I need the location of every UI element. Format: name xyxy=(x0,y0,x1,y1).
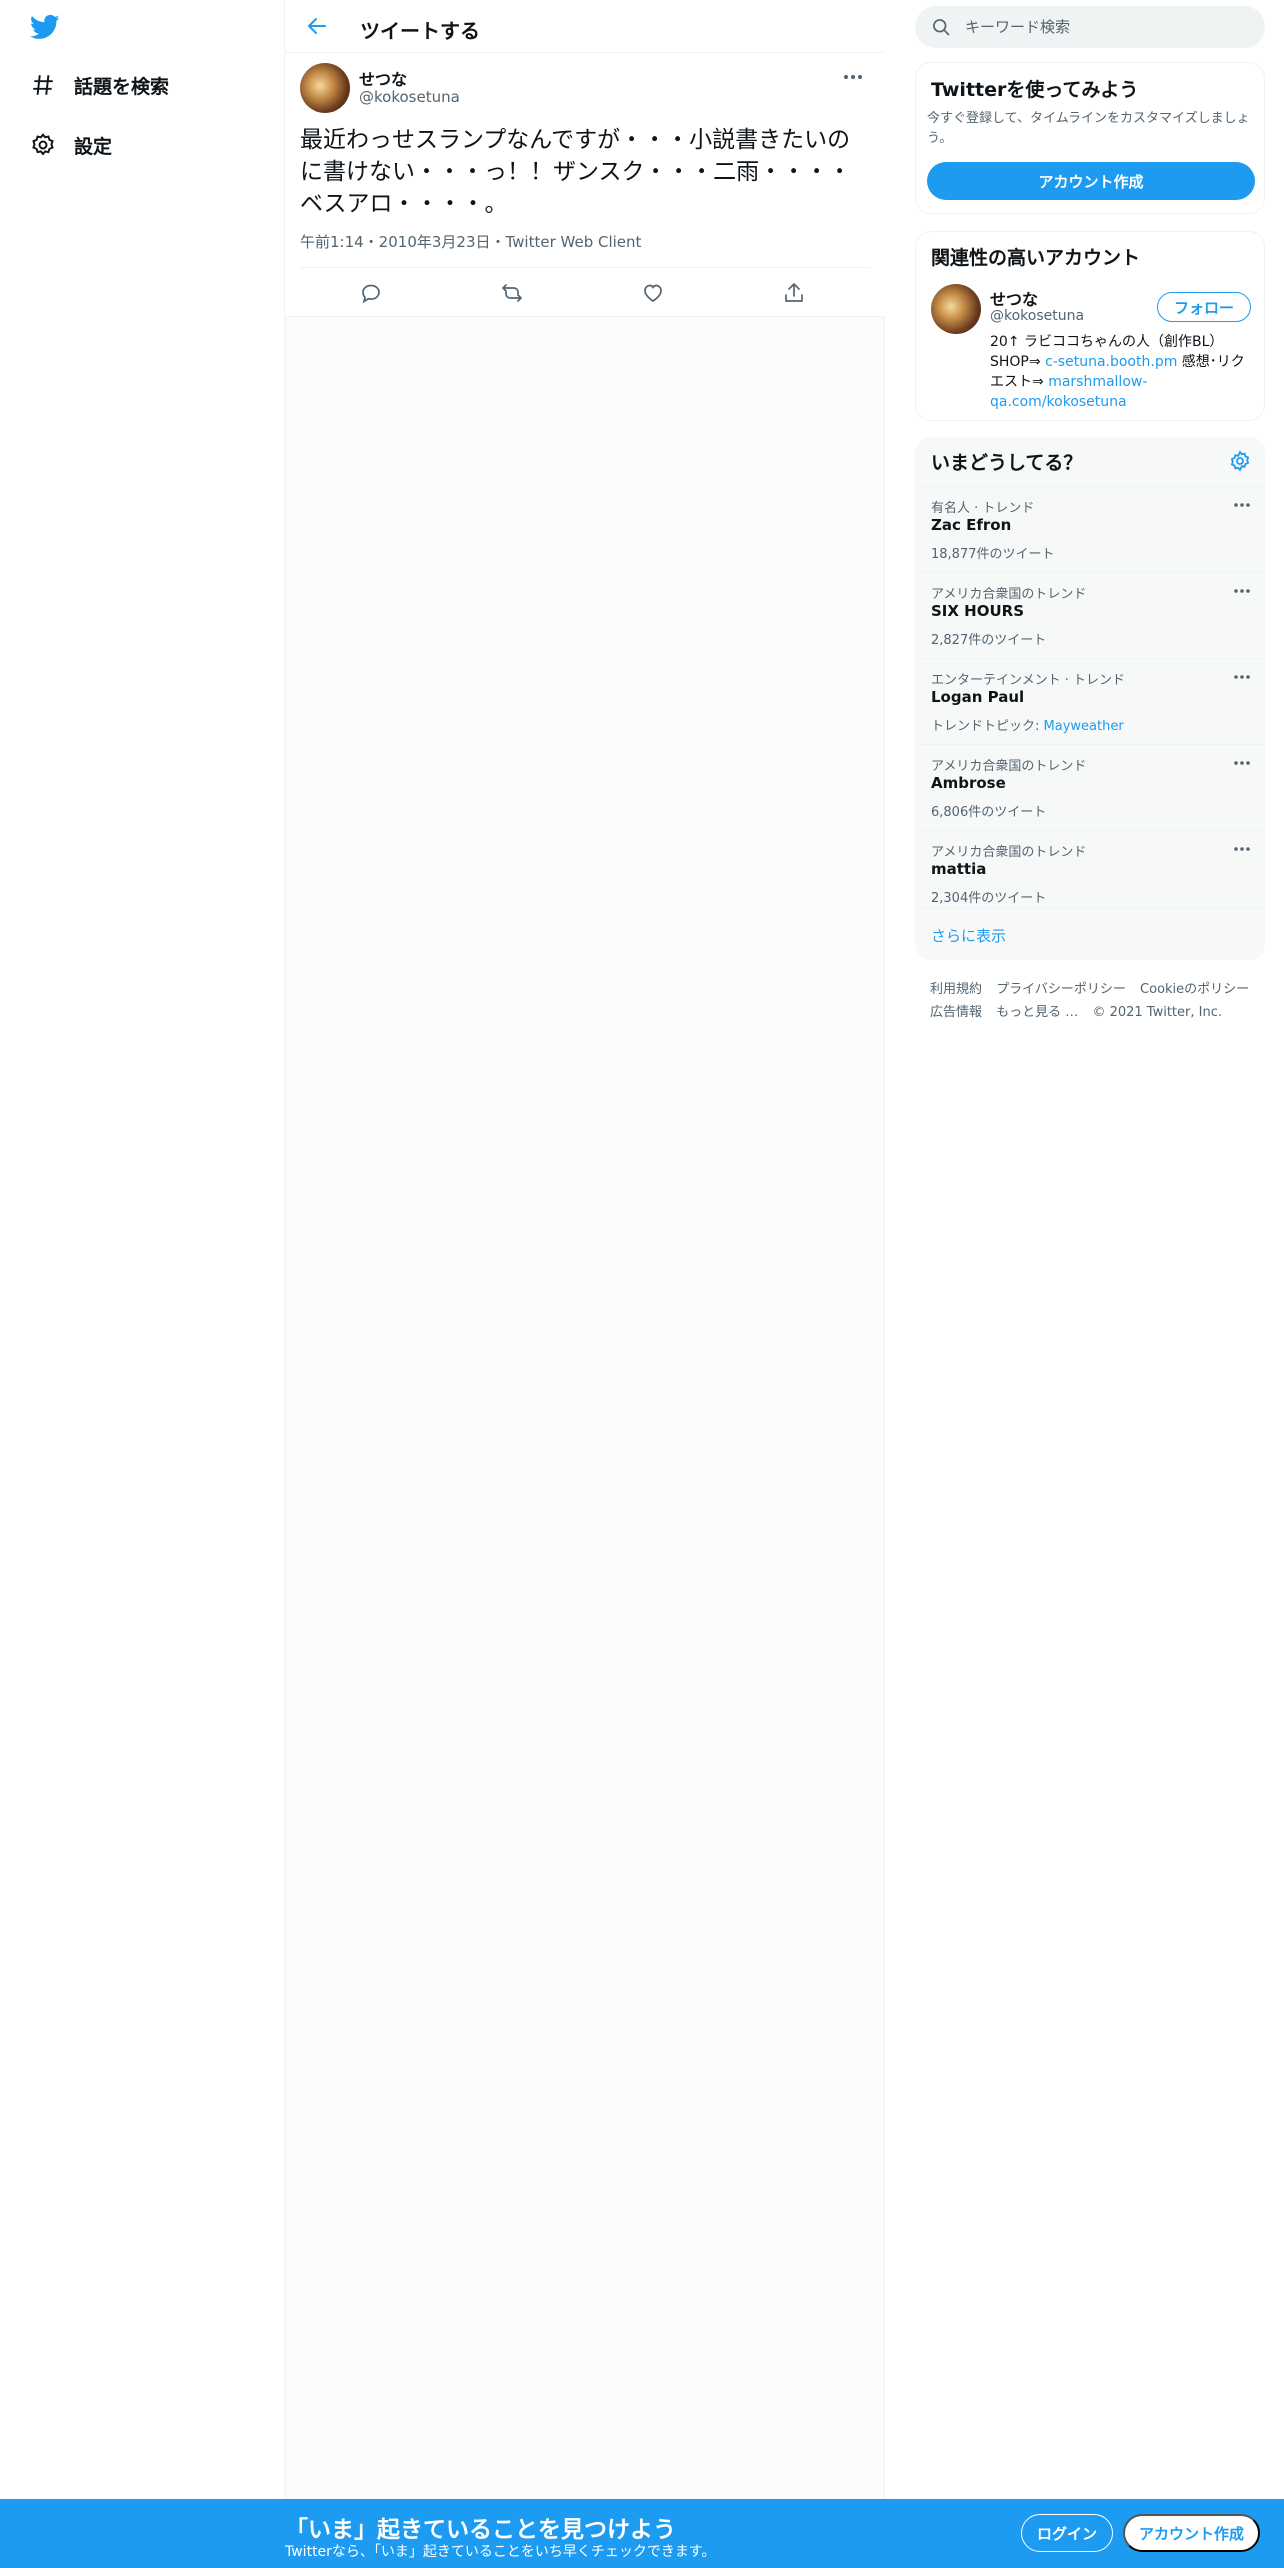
trend-item[interactable]: エンターテインメント · トレンド Logan Paul トレンドトピック: M… xyxy=(916,658,1266,744)
footer-link-cookies[interactable]: Cookieのポリシー xyxy=(1140,982,1249,997)
bottom-bar-subtitle: Twitterなら、「いま」起きていることをいち早くチェックできます。 xyxy=(285,2544,716,2560)
trend-item[interactable]: アメリカ合衆国のトレンド Ambrose 6,806件のツイート xyxy=(916,744,1266,830)
bio-link-booth[interactable]: c-setuna.booth.pm xyxy=(1045,354,1177,370)
more-options-icon[interactable] xyxy=(841,67,865,87)
search-icon xyxy=(931,17,951,37)
nav-explore[interactable]: 話題を検索 xyxy=(28,65,169,105)
reply-icon[interactable] xyxy=(359,281,383,305)
twitter-bird-icon[interactable] xyxy=(28,12,62,42)
trend-category: アメリカ合衆国のトレンド xyxy=(931,587,1087,602)
nav-explore-label: 話題を検索 xyxy=(74,75,170,98)
more-options-icon[interactable] xyxy=(1232,583,1252,599)
trend-topic-link[interactable]: Mayweather xyxy=(1044,719,1124,734)
author-name[interactable]: せつな xyxy=(359,66,407,90)
trend-item[interactable]: 有名人 · トレンド Zac Efron 18,877件のツイート xyxy=(916,486,1266,572)
main-column: ツイートする せつな @kokosetuna 最近わっせスランプなんですが・・・… xyxy=(285,0,885,2568)
trend-category: エンターテインメント · トレンド xyxy=(931,673,1126,688)
related-name[interactable]: せつな xyxy=(990,286,1038,310)
signup-card-title: Twitterを使ってみよう xyxy=(931,79,1139,101)
tweet-meta: 午前1:14・2010年3月23日・Twitter Web Client xyxy=(300,233,642,251)
trend-category: アメリカ合衆国のトレンド xyxy=(931,845,1087,860)
retweet-icon[interactable] xyxy=(500,281,524,305)
header-bar: ツイートする xyxy=(285,0,885,53)
show-more-link[interactable]: さらに表示 xyxy=(916,908,1266,960)
back-arrow-icon[interactable] xyxy=(305,14,329,38)
trend-count: 18,877件のツイート xyxy=(931,547,1055,562)
related-accounts-card: 関連性の高いアカウント せつな @kokosetuna フォロー 20↑ ラビコ… xyxy=(915,231,1265,421)
trend-name: Logan Paul xyxy=(931,688,1025,706)
gear-icon xyxy=(28,130,58,160)
trends-settings-gear-icon[interactable] xyxy=(1228,449,1252,473)
nav-settings-label: 設定 xyxy=(74,135,113,158)
bottom-signup-bar: 「いま」起きていることを見つけよう Twitterなら、「いま」起きていることを… xyxy=(0,2499,1284,2568)
trend-count: 2,827件のツイート xyxy=(931,633,1047,648)
right-sidebar: Twitterを使ってみよう 今すぐ登録して、タイムラインをカスタマイズしましょ… xyxy=(885,0,1284,2568)
author-avatar[interactable] xyxy=(300,63,350,113)
more-options-icon[interactable] xyxy=(1232,669,1252,685)
more-options-icon[interactable] xyxy=(1232,755,1252,771)
trend-name: Ambrose xyxy=(931,774,1006,792)
trends-title: いまどうしてる？ xyxy=(931,452,1083,474)
related-avatar[interactable] xyxy=(931,284,981,334)
footer-link-privacy[interactable]: プライバシーポリシー xyxy=(996,982,1126,997)
like-icon[interactable] xyxy=(641,281,665,305)
tweet-actions xyxy=(300,267,870,317)
trends-card: いまどうしてる？ 有名人 · トレンド Zac Efron 18,877件のツイ… xyxy=(915,437,1266,960)
footer-link-terms[interactable]: 利用規約 xyxy=(930,982,982,997)
show-more-label: さらに表示 xyxy=(931,927,1007,945)
trend-name: mattia xyxy=(931,860,987,878)
footer-link-more[interactable]: もっと見る … xyxy=(996,1005,1078,1020)
more-options-icon[interactable] xyxy=(1232,841,1252,857)
page-title: ツイートする xyxy=(360,19,480,43)
related-card-title: 関連性の高いアカウント xyxy=(931,247,1141,269)
more-options-icon[interactable] xyxy=(1232,497,1252,513)
nav-settings[interactable]: 設定 xyxy=(28,125,112,165)
follow-button[interactable]: フォロー xyxy=(1157,292,1251,322)
related-handle[interactable]: @kokosetuna xyxy=(990,308,1084,324)
trend-count: 2,304件のツイート xyxy=(931,891,1047,906)
tweet-text: 最近わっせスランプなんですが・・・小説書きたいのに書けない・・・っ！！ザンスク・… xyxy=(300,127,852,217)
footer-copyright: © 2021 Twitter, Inc. xyxy=(1092,1005,1222,1020)
author-handle[interactable]: @kokosetuna xyxy=(359,88,460,106)
search-box xyxy=(915,6,1265,48)
trend-category: 有名人 · トレンド xyxy=(931,501,1035,516)
signup-button[interactable]: アカウント作成 xyxy=(1123,2514,1260,2552)
signup-card: Twitterを使ってみよう 今すぐ登録して、タイムラインをカスタマイズしましょ… xyxy=(915,62,1265,214)
trend-name: Zac Efron xyxy=(931,516,1012,534)
trend-topic-prefix: トレンドトピック: xyxy=(931,719,1044,734)
trend-category: アメリカ合衆国のトレンド xyxy=(931,759,1087,774)
search-input[interactable] xyxy=(965,6,1255,48)
trend-name: SIX HOURS xyxy=(931,602,1025,620)
trend-item[interactable]: アメリカ合衆国のトレンド mattia 2,304件のツイート xyxy=(916,830,1266,916)
left-sidebar: 話題を検索 設定 xyxy=(0,0,285,2568)
footer-link-ads[interactable]: 広告情報 xyxy=(930,1005,982,1020)
share-icon[interactable] xyxy=(782,281,806,305)
trend-item[interactable]: アメリカ合衆国のトレンド SIX HOURS 2,827件のツイート xyxy=(916,572,1266,658)
signup-card-description: 今すぐ登録して、タイムラインをカスタマイズしましょう。 xyxy=(927,111,1250,146)
footer-links: 利用規約 プライバシーポリシー Cookieのポリシー 広告情報 もっと見る …… xyxy=(930,978,1260,1024)
page: 話題を検索 設定 ツイートする せつな @kokosetuna 最近わっせスラン… xyxy=(0,0,1284,2568)
tweet-detail: せつな @kokosetuna 最近わっせスランプなんですが・・・小説書きたいの… xyxy=(285,53,885,317)
trend-topic: トレンドトピック: Mayweather xyxy=(931,715,1124,734)
related-bio: 20↑ ラビココちゃんの人（創作BL）SHOP⇒ c-setuna.booth.… xyxy=(990,332,1256,412)
hashtag-icon xyxy=(28,70,58,100)
create-account-button[interactable]: アカウント作成 xyxy=(927,162,1255,200)
login-button[interactable]: ログイン xyxy=(1021,2514,1113,2552)
trend-count: 6,806件のツイート xyxy=(931,805,1047,820)
bottom-bar-title: 「いま」起きていることを見つけよう xyxy=(285,2517,676,2543)
